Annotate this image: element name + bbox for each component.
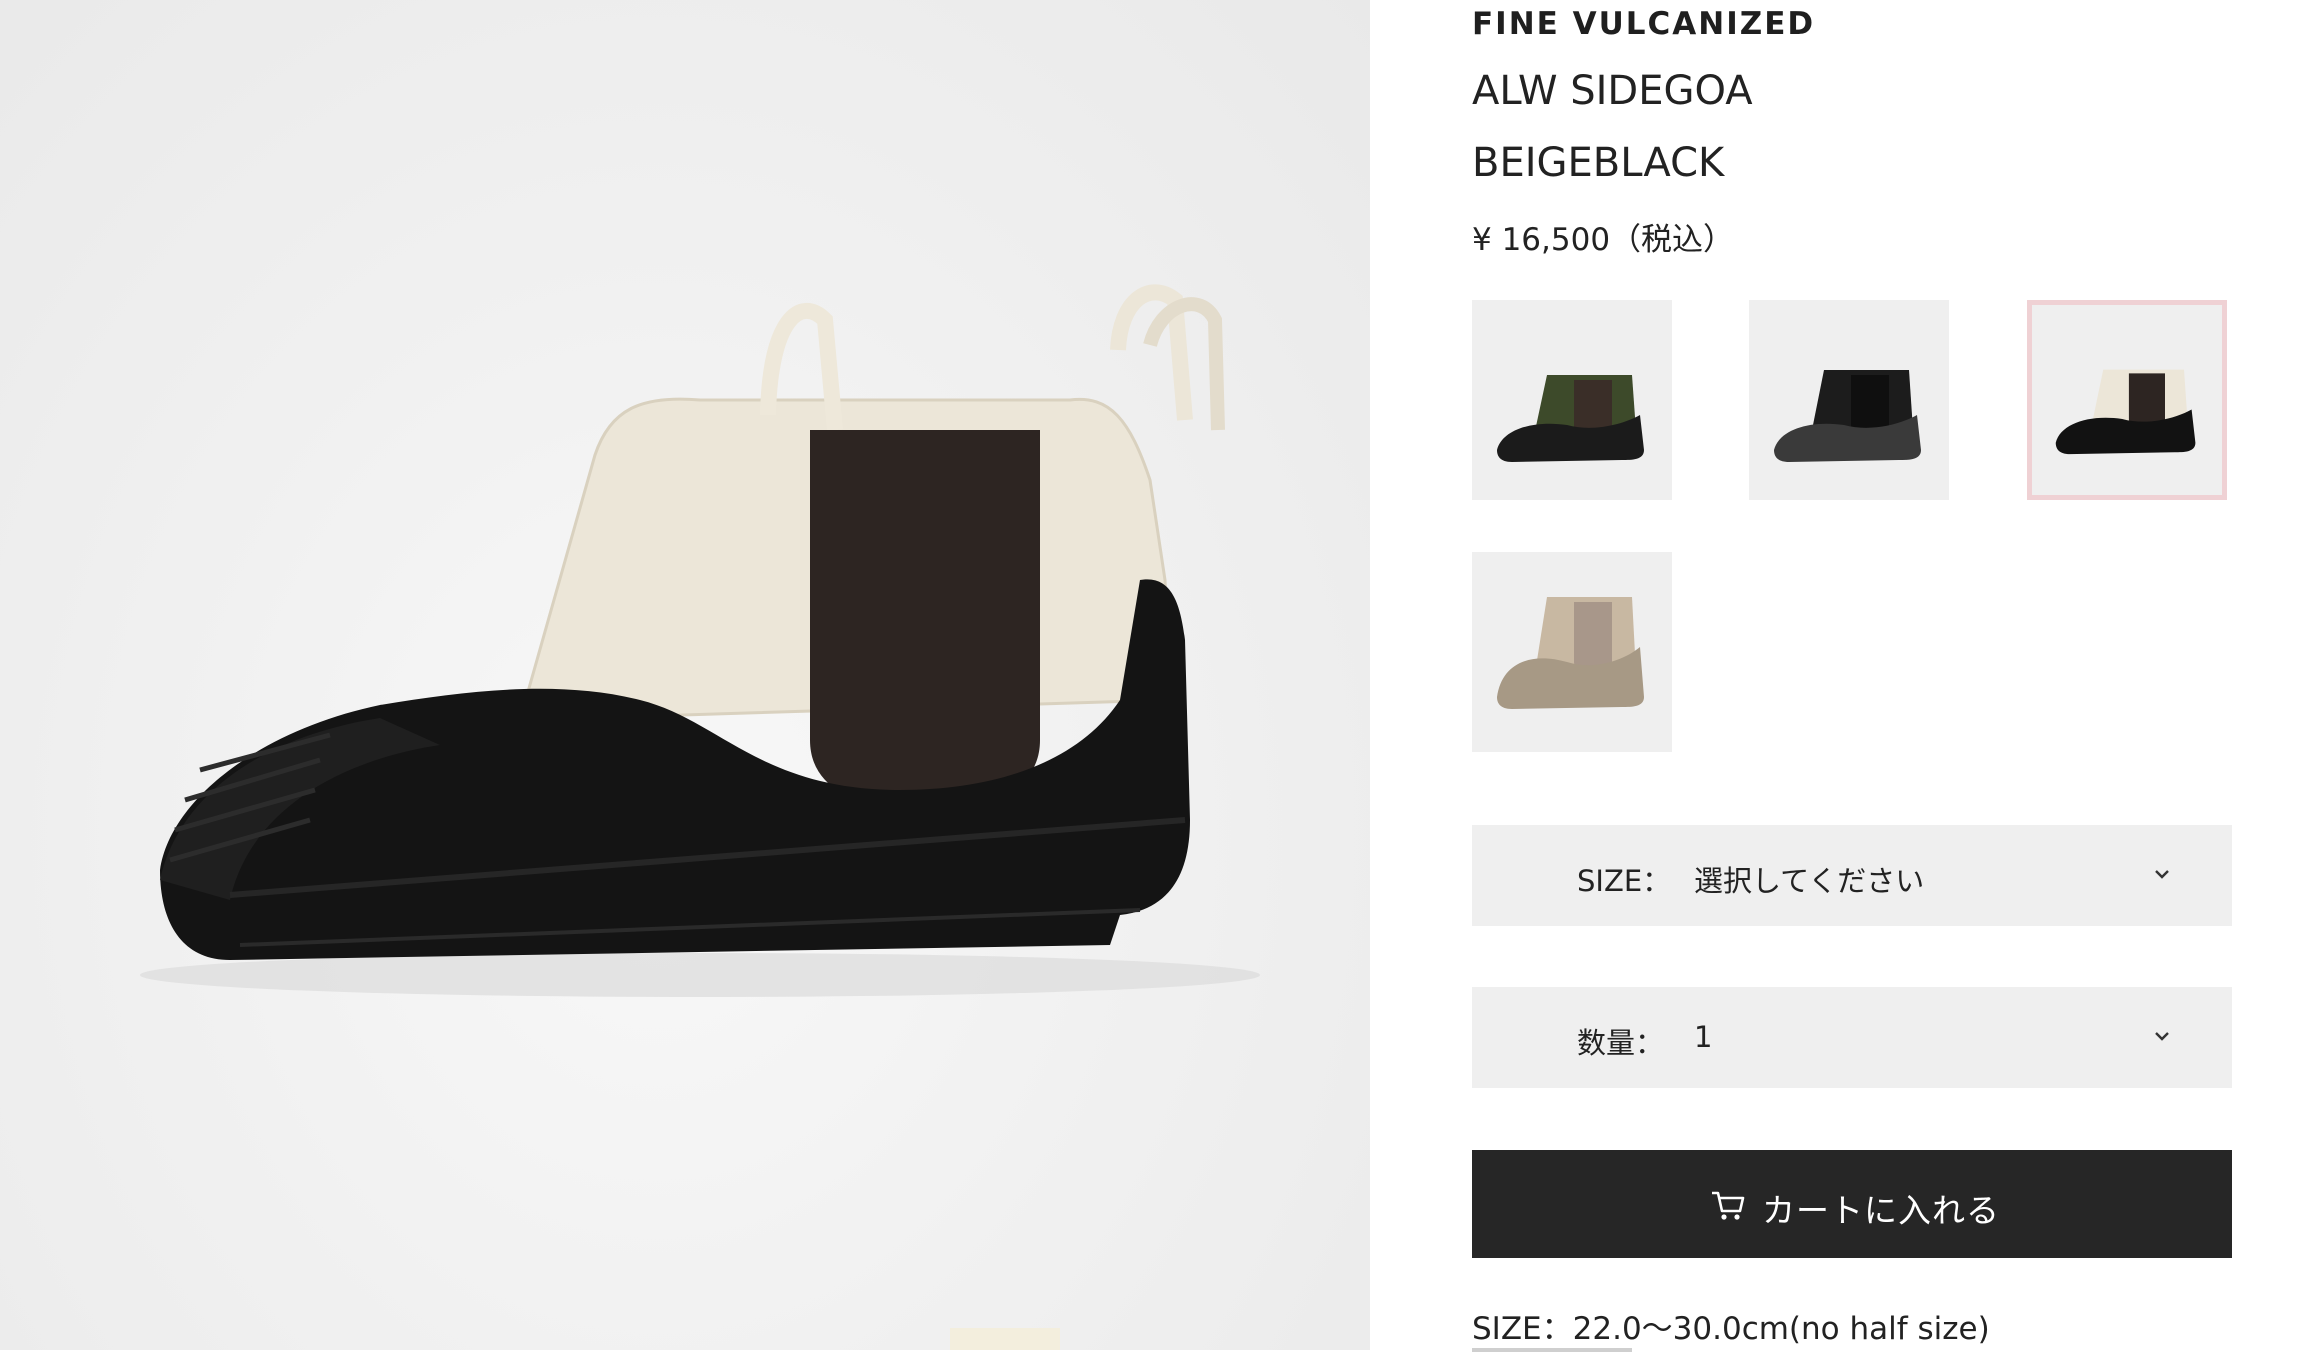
size-select[interactable]: SIZE： 選択してください bbox=[1472, 825, 2232, 926]
boot-thumbnail-image bbox=[2055, 369, 2196, 455]
size-select-label: SIZE： bbox=[1577, 864, 1672, 898]
size-range-note: SIZE：22.0〜30.0cm(no half size) bbox=[1472, 1311, 1990, 1347]
product-title-line2: BEIGEBLACK bbox=[1472, 140, 1725, 186]
variant-thumb-black[interactable] bbox=[1749, 300, 1949, 500]
product-main-image bbox=[0, 0, 1370, 1350]
variant-thumb-beigeblack[interactable] bbox=[2027, 300, 2227, 500]
quantity-select-label: 数量： bbox=[1577, 1026, 1665, 1060]
product-price: ¥ 16,500（税込） bbox=[1472, 222, 1735, 258]
quantity-select[interactable]: 数量： 1 bbox=[1472, 987, 2232, 1088]
add-to-cart-button[interactable]: カートに入れる bbox=[1472, 1150, 2232, 1258]
quantity-select-value: 1 bbox=[1694, 1020, 1713, 1054]
image-edge-detail bbox=[950, 1328, 1060, 1350]
cart-icon bbox=[1712, 1191, 1745, 1220]
product-title-line1: ALW SIDEGOA bbox=[1472, 68, 1753, 114]
size-select-value: 選択してください bbox=[1694, 864, 1925, 898]
boot-thumbnail-image bbox=[1497, 375, 1644, 462]
boot-thumbnail-image bbox=[1497, 597, 1644, 709]
add-to-cart-label: カートに入れる bbox=[1762, 1191, 2000, 1230]
boot-thumbnail-image bbox=[1774, 370, 1921, 462]
chevron-down-icon bbox=[2155, 870, 2169, 879]
boot-illustration bbox=[140, 284, 1260, 997]
variant-thumb-khaki[interactable] bbox=[1472, 300, 1672, 500]
variant-thumb-beige[interactable] bbox=[1472, 552, 1672, 752]
brand-name: FINE VULCANIZED bbox=[1472, 6, 1816, 42]
truncated-text-line bbox=[1472, 1348, 1632, 1352]
chevron-down-icon bbox=[2155, 1032, 2169, 1041]
